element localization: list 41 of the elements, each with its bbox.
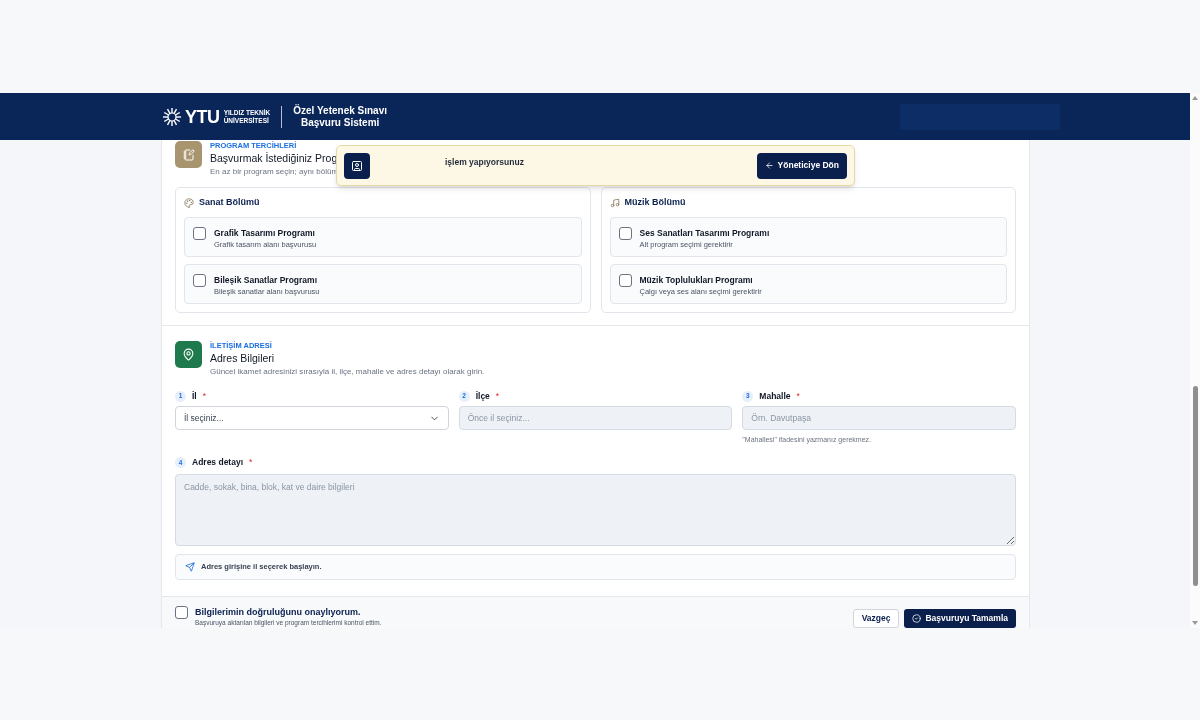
arrow-left-icon [764, 161, 774, 170]
check-circle-icon [912, 613, 922, 623]
field-label: İlçe [475, 389, 490, 403]
text-field[interactable]: Örn. Davutpaşa [742, 406, 1016, 430]
back-to-admin-button[interactable]: Yöneticiye Dön [756, 152, 847, 179]
text-field[interactable]: Önce il seçiniz... [458, 406, 733, 430]
province-select[interactable]: İl seçiniz... [175, 406, 449, 430]
confirm-label: Bilgilerimin doğruluğunu onaylıyorum. [195, 605, 362, 618]
department-title: Sanat Bölümü [199, 196, 260, 210]
logo-text: YTU [185, 107, 220, 126]
section-title: Adres Bilgileri [210, 351, 276, 366]
music-icon [609, 198, 620, 208]
program-title: Bileşik Sanatlar Programı [214, 274, 318, 286]
checkbox[interactable] [193, 227, 206, 240]
field-label: Adres detayı [192, 456, 244, 469]
required-mark: * [249, 456, 253, 469]
program-title: Ses Sanatları Tasarımı Programı [639, 227, 770, 239]
program-title: Müzik Toplulukları Programı [639, 274, 754, 286]
department-title: Müzik Bölümü [624, 196, 686, 210]
field-label: İl [192, 389, 197, 403]
palette-icon [184, 198, 194, 208]
required-mark: * [495, 389, 500, 403]
checkbox[interactable] [175, 605, 188, 619]
checkbox[interactable] [618, 227, 632, 240]
system-title: Özel Yetenek Sınavı [293, 104, 387, 117]
section-subtitle: Güncel ikamet adresinizi sırasıyla il, ilçe, mahalle ve adres detayı olarak girin. [210, 366, 485, 378]
required-mark: * [202, 389, 207, 403]
field-label: Mahalle [759, 389, 791, 403]
required-mark: * [796, 389, 800, 403]
complete-button[interactable]: Başvuruyu Tamamla [904, 608, 1016, 628]
user-card-icon [344, 152, 370, 179]
map-pin-icon [175, 341, 202, 368]
system-title: Başvuru Sistemi [299, 116, 381, 129]
program-title: Grafik Tasarımı Programı [214, 227, 316, 239]
send-icon [185, 561, 195, 572]
address-detail-field[interactable]: Cadde, sokak, bina, blok, kat ve daire bilgileri [175, 473, 1016, 546]
star-logo-icon [162, 106, 182, 127]
cancel-button[interactable]: Vazgeç [852, 608, 900, 628]
checkbox[interactable] [193, 274, 206, 287]
checkbox[interactable] [618, 274, 632, 287]
notice-text: işlem yapıyorsunuz [445, 156, 524, 169]
